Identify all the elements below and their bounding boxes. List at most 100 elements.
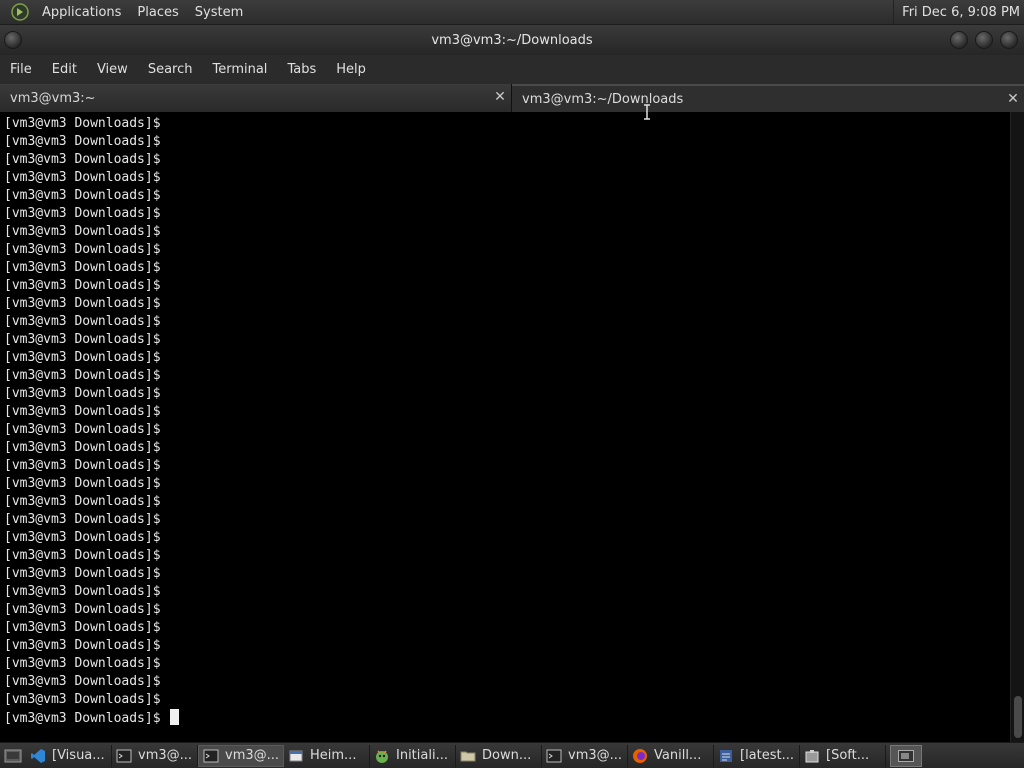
taskbar-item[interactable]: Down...	[456, 744, 542, 767]
scrollbar-thumb[interactable]	[1014, 696, 1022, 738]
prompt-text: [vm3@vm3 Downloads]$	[4, 476, 161, 491]
menu-edit[interactable]: Edit	[44, 62, 85, 77]
prompt-text: [vm3@vm3 Downloads]$	[4, 188, 161, 203]
prompt-text: [vm3@vm3 Downloads]$	[4, 134, 161, 149]
terminal-line: [vm3@vm3 Downloads]$	[4, 547, 1010, 565]
terminal-output[interactable]: [vm3@vm3 Downloads]$ [vm3@vm3 Downloads]$…	[0, 112, 1010, 742]
prompt-text: [vm3@vm3 Downloads]$	[4, 548, 161, 563]
close-icon[interactable]: ✕	[1006, 92, 1020, 106]
taskbar-item[interactable]: [Visua...	[26, 744, 112, 767]
prompt-text: [vm3@vm3 Downloads]$	[4, 566, 161, 581]
prompt-text: [vm3@vm3 Downloads]$	[4, 296, 161, 311]
minimize-button[interactable]	[950, 31, 968, 49]
prompt-text: [vm3@vm3 Downloads]$	[4, 620, 161, 635]
prompt-text: [vm3@vm3 Downloads]$	[4, 332, 161, 347]
editor-icon	[718, 748, 734, 764]
tab-bar: vm3@vm3:~ ✕ vm3@vm3:~/Downloads ✕	[0, 84, 1024, 112]
menu-file[interactable]: File	[2, 62, 40, 77]
terminal-line: [vm3@vm3 Downloads]$	[4, 637, 1010, 655]
terminal-line: [vm3@vm3 Downloads]$	[4, 439, 1010, 457]
prompt-text: [vm3@vm3 Downloads]$	[4, 638, 161, 653]
tab-label: vm3@vm3:~	[10, 90, 96, 106]
window-menu-button[interactable]	[4, 31, 22, 49]
prompt-text: [vm3@vm3 Downloads]$	[4, 224, 161, 239]
menu-help[interactable]: Help	[328, 62, 374, 77]
terminal-line: [vm3@vm3 Downloads]$	[4, 241, 1010, 259]
prompt-text: [vm3@vm3 Downloads]$	[4, 656, 161, 671]
prompt-text: [vm3@vm3 Downloads]$	[4, 512, 161, 527]
clock[interactable]: Fri Dec 6, 9:08 PM	[893, 0, 1024, 25]
terminal-line: [vm3@vm3 Downloads]$	[4, 331, 1010, 349]
taskbar-item-label: vm3@...	[568, 748, 623, 763]
terminal-line: [vm3@vm3 Downloads]$	[4, 367, 1010, 385]
show-desktop-icon[interactable]	[0, 743, 26, 768]
taskbar-item-label: vm3@...	[138, 748, 193, 763]
taskbar-item[interactable]: vm3@...	[542, 744, 628, 767]
prompt-text: [vm3@vm3 Downloads]$	[4, 530, 161, 545]
prompt-text: [vm3@vm3 Downloads]$	[4, 242, 161, 257]
taskbar-item[interactable]: vm3@...	[112, 744, 198, 767]
folder-icon	[460, 748, 476, 764]
prompt-text: [vm3@vm3 Downloads]$	[4, 350, 161, 365]
prompt-text: [vm3@vm3 Downloads]$	[4, 404, 161, 419]
places-menu[interactable]: Places	[129, 0, 186, 25]
terminal-line: [vm3@vm3 Downloads]$	[4, 133, 1010, 151]
prompt-text: [vm3@vm3 Downloads]$	[4, 314, 161, 329]
window-titlebar[interactable]: vm3@vm3:~/Downloads	[0, 25, 1024, 55]
prompt-text: [vm3@vm3 Downloads]$	[4, 206, 161, 221]
terminal-line: [vm3@vm3 Downloads]$	[4, 457, 1010, 475]
menu-tabs[interactable]: Tabs	[279, 62, 324, 77]
taskbar-item-label: Heim...	[310, 748, 357, 763]
vscode-icon	[30, 748, 46, 764]
terminal-line: [vm3@vm3 Downloads]$	[4, 295, 1010, 313]
menu-bar: File Edit View Search Terminal Tabs Help	[0, 55, 1024, 84]
prompt-text: [vm3@vm3 Downloads]$	[4, 494, 161, 509]
terminal-line: [vm3@vm3 Downloads]$	[4, 385, 1010, 403]
window-controls	[950, 31, 1018, 49]
taskbar-item[interactable]: Heim...	[284, 744, 370, 767]
prompt-text: [vm3@vm3 Downloads]$	[4, 278, 161, 293]
terminal-line: [vm3@vm3 Downloads]$	[4, 655, 1010, 673]
terminal-line: [vm3@vm3 Downloads]$	[4, 169, 1010, 187]
taskbar-item-label: [Soft...	[826, 748, 870, 763]
prompt-text: [vm3@vm3 Downloads]$	[4, 458, 161, 473]
terminal-icon	[203, 748, 219, 764]
maximize-button[interactable]	[975, 31, 993, 49]
terminal-line: [vm3@vm3 Downloads]$	[4, 223, 1010, 241]
tab-downloads[interactable]: vm3@vm3:~/Downloads ✕	[512, 84, 1024, 112]
bottom-panel: [Visua... vm3@... vm3@... Heim... Initiali..…	[0, 742, 1024, 768]
taskbar-item[interactable]: [latest...	[714, 744, 800, 767]
close-window-button[interactable]	[1000, 31, 1018, 49]
taskbar-item[interactable]: Initiali...	[370, 744, 456, 767]
terminal-line: [vm3@vm3 Downloads]$	[4, 151, 1010, 169]
scrollbar[interactable]	[1010, 112, 1024, 742]
workspace-switcher[interactable]	[890, 744, 922, 767]
prompt-text: [vm3@vm3 Downloads]$	[4, 260, 161, 275]
terminal-line: [vm3@vm3 Downloads]$	[4, 601, 1010, 619]
terminal-line: [vm3@vm3 Downloads]$	[4, 565, 1010, 583]
distro-logo-icon[interactable]	[10, 2, 30, 22]
terminal-line: [vm3@vm3 Downloads]$	[4, 529, 1010, 547]
taskbar-item[interactable]: [Soft...	[800, 744, 886, 767]
close-icon[interactable]: ✕	[493, 90, 507, 104]
prompt-text: [vm3@vm3 Downloads]$	[4, 440, 161, 455]
tab-home[interactable]: vm3@vm3:~ ✕	[0, 84, 512, 112]
taskbar-item[interactable]: vm3@...	[198, 744, 284, 767]
prompt-text: [vm3@vm3 Downloads]$	[4, 116, 161, 131]
menu-terminal[interactable]: Terminal	[204, 62, 275, 77]
taskbar-item[interactable]: Vanill...	[628, 744, 714, 767]
menu-view[interactable]: View	[89, 62, 136, 77]
text-cursor	[169, 709, 179, 725]
system-menu[interactable]: System	[187, 0, 251, 25]
firefox-icon	[632, 748, 648, 764]
applications-menu[interactable]: Applications	[34, 0, 129, 25]
terminal-line: [vm3@vm3 Downloads]$	[4, 673, 1010, 691]
terminal-line: [vm3@vm3 Downloads]$	[4, 511, 1010, 529]
terminal-line: [vm3@vm3 Downloads]$	[4, 259, 1010, 277]
tab-label: vm3@vm3:~/Downloads	[522, 91, 684, 107]
menu-search[interactable]: Search	[140, 62, 201, 77]
prompt-text: [vm3@vm3 Downloads]$	[4, 152, 161, 167]
taskbar-item-label: Vanill...	[654, 748, 702, 763]
prompt-text: [vm3@vm3 Downloads]$	[4, 584, 161, 599]
terminal-line: [vm3@vm3 Downloads]$	[4, 619, 1010, 637]
